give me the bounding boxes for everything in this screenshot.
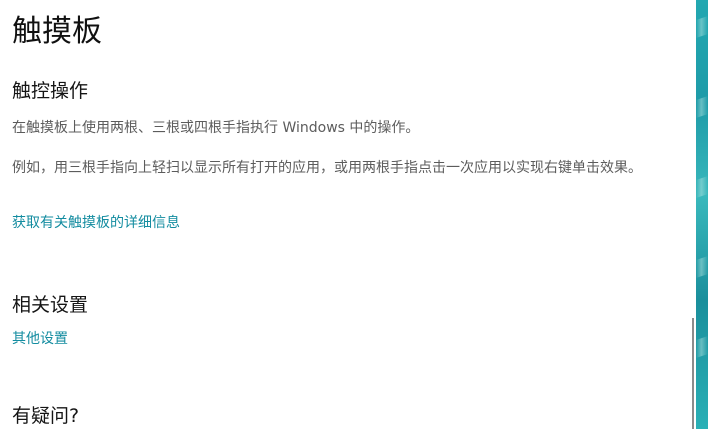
settings-content: 触摸板 触控操作 在触摸板上使用两根、三根或四根手指执行 Windows 中的操… <box>12 0 677 429</box>
questions-title: 有疑问? <box>12 405 80 427</box>
touchpad-details-link[interactable]: 获取有关触摸板的详细信息 <box>12 212 180 234</box>
touch-actions-example: 例如，用三根手指向上轻扫以显示所有打开的应用，或用两根手指点击一次应用以实现右键… <box>12 160 642 176</box>
desktop-wave-highlight <box>696 336 708 358</box>
vertical-scrollbar[interactable] <box>686 0 696 429</box>
touch-actions-title: 触控操作 <box>12 80 89 102</box>
page-title: 触摸板 <box>12 14 102 49</box>
desktop-wave-highlight <box>696 16 708 38</box>
desktop-wave-highlight <box>696 176 708 198</box>
desktop-wave-highlight <box>696 256 708 278</box>
scrollbar-thumb[interactable] <box>692 318 694 429</box>
touchpad-settings-window: 触摸板 触控操作 在触摸板上使用两根、三根或四根手指执行 Windows 中的操… <box>0 0 708 429</box>
touch-actions-description: 在触摸板上使用两根、三根或四根手指执行 Windows 中的操作。 <box>12 120 420 136</box>
desktop-background-edge <box>696 0 708 429</box>
other-settings-link[interactable]: 其他设置 <box>12 328 68 350</box>
desktop-wave-highlight <box>696 96 708 118</box>
related-settings-title: 相关设置 <box>12 294 89 316</box>
